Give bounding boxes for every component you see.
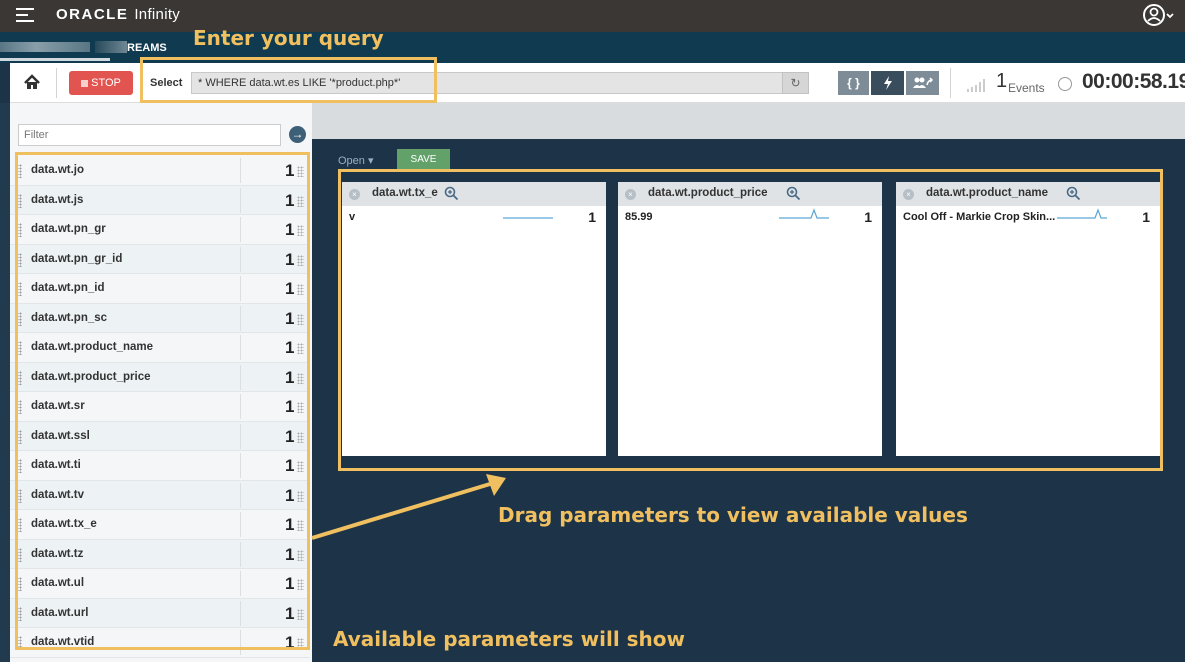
save-button[interactable]: SAVE: [397, 149, 450, 170]
json-view-button[interactable]: { }: [838, 71, 869, 95]
clock-icon: [1058, 77, 1072, 91]
available-annotation: Available parameters will show: [333, 627, 686, 651]
tab-streams[interactable]: REAMS: [127, 42, 167, 54]
brand-name: ORACLE: [56, 6, 129, 23]
users-share-icon: [912, 77, 933, 88]
stop-icon: [81, 79, 89, 87]
product-name: Infinity: [134, 6, 181, 23]
elapsed-timer: 00:00:58.19: [1082, 70, 1185, 93]
toolbar-divider: [950, 68, 951, 98]
stop-button[interactable]: STOP: [69, 71, 133, 95]
tab-underline: [0, 58, 110, 61]
stop-label: STOP: [91, 77, 121, 89]
share-view-button[interactable]: [906, 71, 939, 95]
left-edge-strip: [0, 103, 10, 662]
params-highlight-box: [15, 152, 310, 650]
query-highlight-box: [140, 57, 437, 103]
lightning-icon: [883, 76, 892, 90]
events-count: 1: [996, 70, 1008, 92]
filter-input[interactable]: [18, 124, 281, 146]
blurred-tab[interactable]: [0, 42, 90, 52]
open-dropdown[interactable]: Open ▾: [338, 154, 374, 167]
events-label: Events: [1008, 81, 1045, 95]
home-icon[interactable]: [16, 68, 48, 96]
toolbar-divider: [56, 68, 57, 98]
cards-highlight-box: [338, 169, 1163, 471]
live-view-button[interactable]: [871, 71, 904, 95]
blurred-tab-label: [95, 41, 127, 53]
menu-icon[interactable]: [16, 8, 34, 22]
signal-strength-icon: [967, 79, 985, 92]
annotation-arrow: [311, 474, 506, 540]
brand-logo: ORACLE Infinity: [56, 6, 180, 23]
refresh-icon[interactable]: ↻: [782, 72, 809, 94]
user-profile-icon[interactable]: [1142, 2, 1176, 28]
arrow-right-icon[interactable]: →: [289, 126, 306, 143]
drag-annotation: Drag parameters to view available values: [498, 503, 968, 527]
query-annotation: Enter your query: [193, 26, 384, 50]
workspace-header-band: [312, 103, 1185, 139]
